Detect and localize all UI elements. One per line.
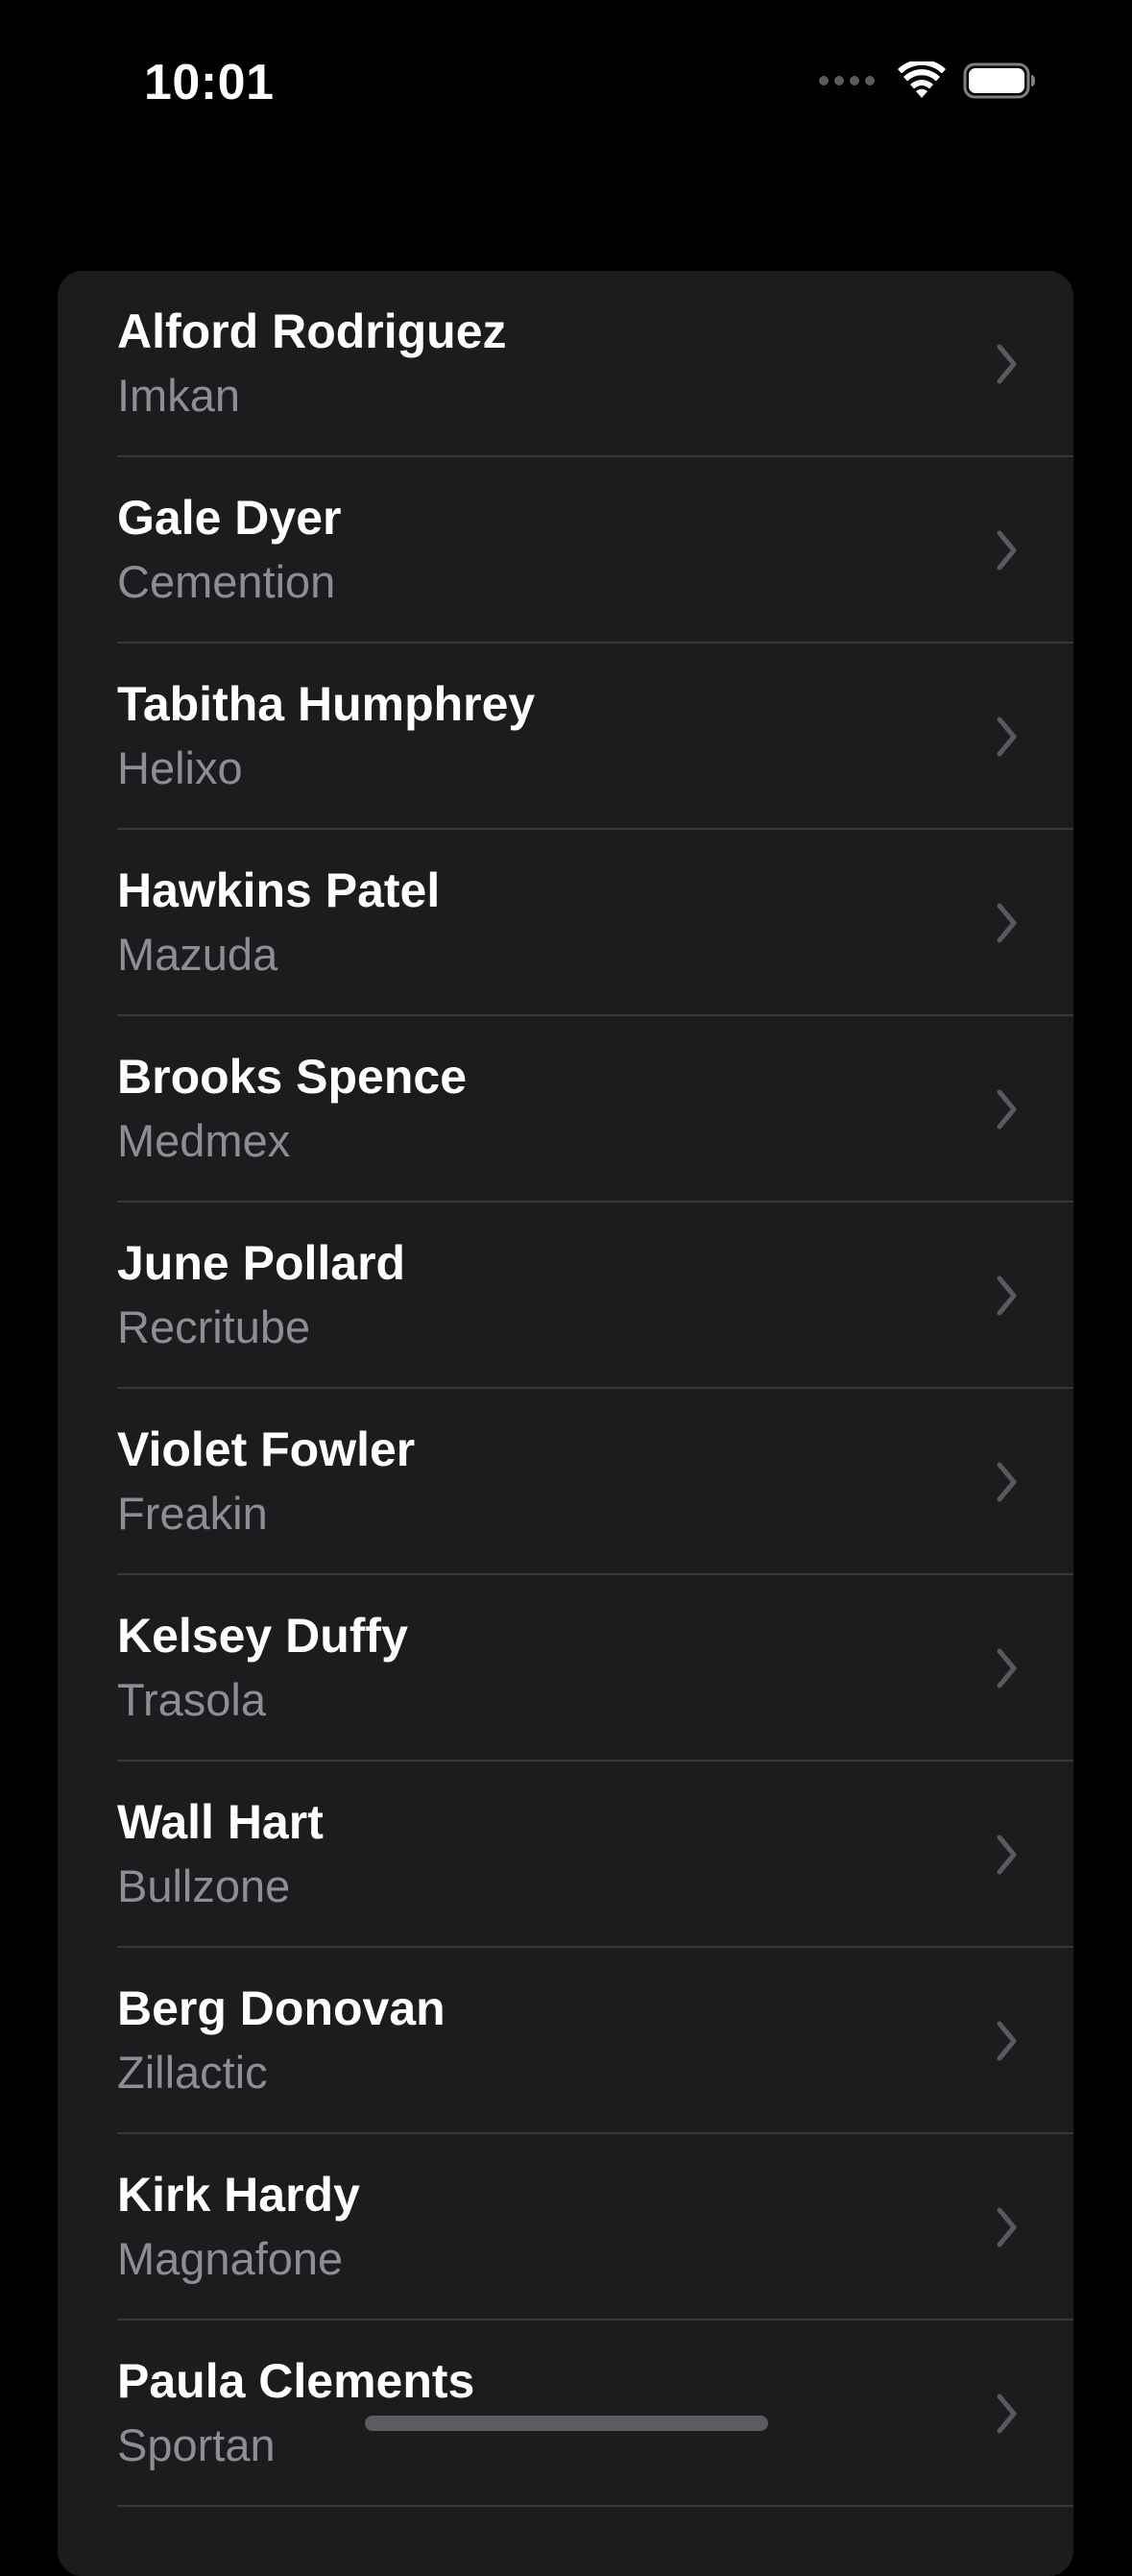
chevron-right-icon xyxy=(997,1276,1017,1316)
contact-name: Wall Hart xyxy=(117,1795,324,1849)
chevron-right-icon xyxy=(997,1089,1017,1130)
contacts-list: Alford Rodriguez Imkan Gale Dyer Cemention T… xyxy=(58,271,1073,2576)
list-item[interactable]: Tabitha Humphrey Helixo xyxy=(58,644,1073,830)
list-item[interactable]: Alford Rodriguez Imkan xyxy=(58,271,1073,457)
contact-company: Sportan xyxy=(117,2419,276,2470)
battery-icon xyxy=(963,62,1035,99)
contact-company: Freakin xyxy=(117,1488,268,1539)
contact-name: Kirk Hardy xyxy=(117,2168,360,2222)
chevron-right-icon xyxy=(997,717,1017,757)
contact-name: Berg Donovan xyxy=(117,1981,446,2035)
contact-company: Medmex xyxy=(117,1115,291,1166)
contact-name: Alford Rodriguez xyxy=(117,304,507,358)
chevron-right-icon xyxy=(997,903,1017,943)
contact-name: Hawkins Patel xyxy=(117,863,441,917)
contact-company: Recritube xyxy=(117,1301,311,1352)
list-item[interactable]: Berg Donovan Zillactic xyxy=(58,1948,1073,2134)
contact-company: Magnafone xyxy=(117,2233,344,2284)
list-item[interactable]: June Pollard Recritube xyxy=(58,1203,1073,1389)
chevron-right-icon xyxy=(997,2021,1017,2061)
cellular-signal-icon xyxy=(819,76,875,85)
chevron-right-icon xyxy=(997,1835,1017,1875)
chevron-right-icon xyxy=(997,1462,1017,1502)
list-item[interactable]: Kelsey Duffy Trasola xyxy=(58,1575,1073,1762)
contact-name: June Pollard xyxy=(117,1236,406,1290)
chevron-right-icon xyxy=(997,2207,1017,2248)
contact-name: Tabitha Humphrey xyxy=(117,677,536,731)
list-item[interactable]: Paula Clements Sportan xyxy=(58,2321,1073,2507)
row-separator xyxy=(117,2505,1073,2507)
wifi-icon xyxy=(898,61,946,98)
chevron-right-icon xyxy=(997,530,1017,571)
chevron-right-icon xyxy=(997,1648,1017,1689)
home-indicator[interactable] xyxy=(365,2416,768,2431)
contact-company: Zillactic xyxy=(117,2047,268,2098)
contact-company: Bullzone xyxy=(117,1860,291,1911)
status-icons xyxy=(819,61,1036,100)
contact-company: Trasola xyxy=(117,1674,266,1725)
contact-company: Imkan xyxy=(117,370,240,421)
contact-name: Kelsey Duffy xyxy=(117,1609,408,1663)
status-bar: 10:01 xyxy=(0,0,1132,173)
chevron-right-icon xyxy=(997,344,1017,384)
contact-company: Mazuda xyxy=(117,929,278,980)
list-item[interactable]: Brooks Spence Medmex xyxy=(58,1016,1073,1203)
contact-name: Paula Clements xyxy=(117,2354,475,2408)
list-item[interactable]: Wall Hart Bullzone xyxy=(58,1762,1073,1948)
chevron-right-icon xyxy=(997,2394,1017,2434)
list-item[interactable]: Gale Dyer Cemention xyxy=(58,457,1073,644)
list-item[interactable]: Kirk Hardy Magnafone xyxy=(58,2134,1073,2321)
status-time: 10:01 xyxy=(144,55,275,110)
contact-name: Violet Fowler xyxy=(117,1422,416,1476)
contact-company: Cemention xyxy=(117,556,336,607)
contact-name: Brooks Spence xyxy=(117,1050,468,1104)
contact-name: Gale Dyer xyxy=(117,491,342,545)
contact-company: Helixo xyxy=(117,742,243,793)
list-item[interactable]: Violet Fowler Freakin xyxy=(58,1389,1073,1575)
list-item[interactable]: Hawkins Patel Mazuda xyxy=(58,830,1073,1016)
